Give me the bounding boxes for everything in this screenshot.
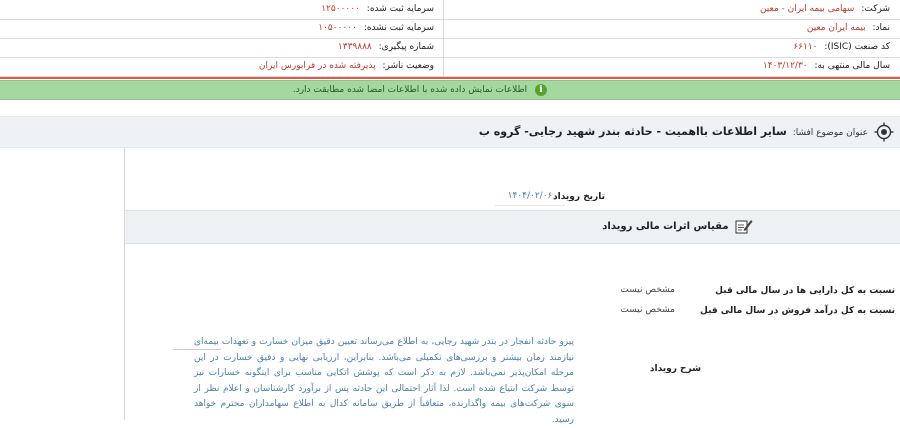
financial-impact-section: مقیاس اثرات مالی رویداد [125,210,900,244]
registered-capital-value: ۱۲۵۰۰۰۰۰ [321,4,360,14]
subject-label: عنوان موضوع افشا: [792,128,868,138]
description-label: شرح رویداد [649,364,701,374]
fiscal-year-value: ۱۴۰۳/۱۲/۳۰ [762,61,808,71]
info-row: نماد: بیمه ایران معین سرمایه ثبت نشده: ۱… [0,19,900,39]
registered-capital-cell: سرمایه ثبت شده: ۱۲۵۰۰۰۰۰ [9,0,434,19]
registered-capital-label: سرمایه ثبت شده: [366,4,434,14]
industry-code-label: کد صنعت (ISIC): [824,42,890,52]
subject-title: سایر اطلاعات بااهمیت - حادثه بندر شهید ر… [478,125,787,138]
subject-bar: عنوان موضوع افشا: سایر اطلاعات بااهمیت -… [0,116,900,148]
company-info-table: شرکت: سهامی بیمه ایران - معین سرمایه ثبت… [0,0,900,77]
tracking-number-label: شماره پیگیری: [378,42,434,52]
tracking-number-value: ۱۳۳۹۸۸۸ [337,42,372,52]
info-row: شرکت: سهامی بیمه ایران - معین سرمایه ثبت… [0,0,900,20]
unregistered-capital-cell: سرمایه ثبت نشده: ۱۰۵۰۰۰۰۰ [9,19,434,38]
publisher-status-label: وضعیت ناشر: [382,61,434,71]
company-cell: شرکت: سهامی بیمه ایران - معین [450,0,890,19]
fiscal-year-label: سال مالی منتهی به: [814,61,890,71]
header-divider [0,77,900,79]
publisher-status-cell: وضعیت ناشر: پذیرفته شده در فرابورس ایران [9,57,434,76]
verification-notice: i اطلاعات نمایش داده شده با اطلاعات امضا… [0,80,900,100]
sales-ratio-value: مشخص نیست [620,305,675,315]
publisher-status-value: پذیرفته شده در فرابورس ایران [258,61,376,71]
company-label: شرکت: [861,4,890,14]
pen-paper-icon [735,220,753,234]
target-icon [874,122,894,142]
tracking-number-cell: شماره پیگیری: ۱۳۳۹۸۸۸ [9,38,434,57]
fiscal-year-cell: سال مالی منتهی به: ۱۴۰۳/۱۲/۳۰ [450,57,890,76]
assets-ratio-label: نسبت به کل دارایی ها در سال مالی قبل [715,286,895,296]
event-panel: تاریخ رویداد ۱۴۰۴/۰۲/۰۶ مقیاس اثرات مالی… [124,148,900,425]
notice-text: اطلاعات نمایش داده شده با اطلاعات امضا ش… [292,85,528,95]
sales-ratio-label: نسبت به کل درآمد فروش در سال مالی قبل [700,306,895,316]
unregistered-capital-value: ۱۰۵۰۰۰۰۰ [318,23,357,33]
event-date-value: ۱۴۰۴/۰۲/۰۶ [495,188,565,206]
assets-ratio-value: مشخص نیست [620,285,675,295]
section-title: مقیاس اثرات مالی رویداد [602,221,729,232]
description-text: پیرو حادثه انفجار در بندر شهید رجایی، به… [194,337,574,425]
industry-code-cell: کد صنعت (ISIC): ۶۶۱۱۰ [450,38,890,57]
info-row: کد صنعت (ISIC): ۶۶۱۱۰ شماره پیگیری: ۱۳۳۹… [0,38,900,58]
symbol-label: نماد: [872,23,891,33]
symbol-cell: نماد: بیمه ایران معین [450,19,890,38]
info-icon: i [535,83,547,96]
company-value[interactable]: سهامی بیمه ایران - معین [760,4,855,14]
unregistered-capital-label: سرمایه ثبت نشده: [363,23,434,33]
info-row: سال مالی منتهی به: ۱۴۰۳/۱۲/۳۰ وضعیت ناشر… [0,57,900,77]
industry-code-value: ۶۶۱۱۰ [793,42,818,52]
symbol-value[interactable]: بیمه ایران معین [807,23,866,33]
